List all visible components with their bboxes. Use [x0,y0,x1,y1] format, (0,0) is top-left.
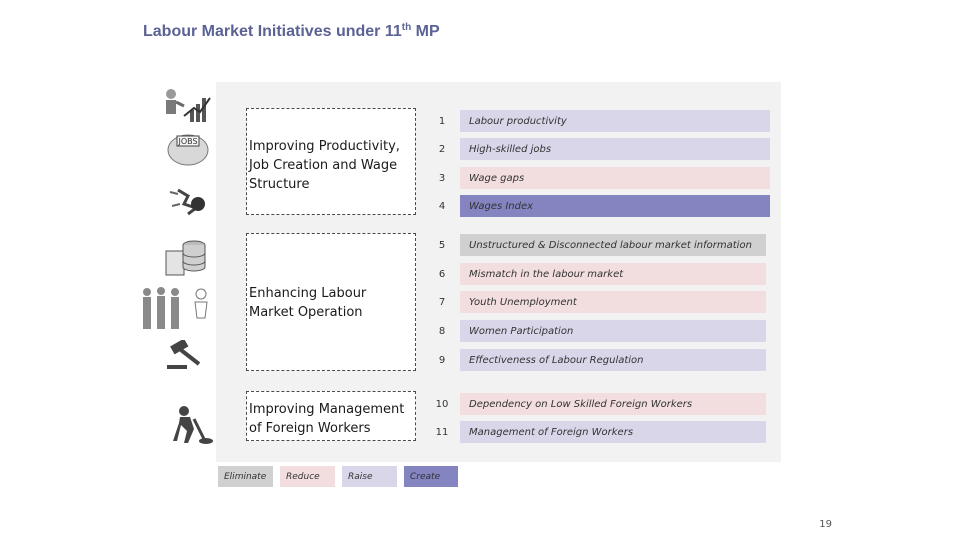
item-label: Unstructured & Disconnected labour marke… [460,234,766,256]
legend-eliminate: Eliminate [218,466,273,487]
item-label: Wage gaps [460,167,770,189]
item-number: 3 [438,172,446,184]
group-productivity: Improving Productivity, Job Creation and… [246,108,416,215]
item-number: 5 [438,239,446,251]
group-foreign-workers: Improving Management of Foreign Workers [246,391,416,441]
gavel-icon [167,340,201,369]
legend-create: Create [404,466,458,487]
item-label: Labour productivity [460,110,770,132]
item-number: 11 [435,426,449,438]
item-number: 4 [438,200,446,212]
page-title: Labour Market Initiatives under 11th MP [143,22,440,40]
broken-wall-icon [169,188,205,216]
group-productivity-line3: Structure [249,177,310,192]
item-label: Wages Index [460,195,770,217]
group-labour-market: Enhancing Labour Market Operation [246,233,416,371]
item-label: Mismatch in the labour market [460,263,766,285]
item-label: Women Participation [460,320,766,342]
item-number: 1 [438,115,446,127]
page-number: 19 [819,519,832,530]
item-number: 8 [438,325,446,337]
item-label: Youth Unemployment [460,291,766,313]
item-number: 6 [438,268,446,280]
group-foreign-workers-line1: Improving Management [249,402,405,417]
item-number: 7 [438,296,446,308]
legend-reduce: Reduce [280,466,335,487]
item-number: 2 [438,143,446,155]
item-label: High-skilled jobs [460,138,770,160]
legend-raise: Raise [342,466,397,487]
svg-text:JOBS: JOBS [177,137,197,146]
item-number: 9 [438,354,446,366]
database-clipboard-icon [165,240,206,276]
worker-digging-icon [173,406,213,444]
group-productivity-line1: Improving Productivity, [249,139,400,154]
jobs-globe-icon: JOBS [167,134,209,166]
item-label: Management of Foreign Workers [460,421,766,443]
group-productivity-line2: Job Creation and Wage [249,158,398,173]
people-group-icon [143,287,208,329]
group-labour-market-line2: Market Operation [249,305,363,320]
item-label: Effectiveness of Labour Regulation [460,349,766,371]
businessman-growth-chart-icon [166,89,211,122]
group-labour-market-line1: Enhancing Labour [249,286,367,301]
item-number: 10 [435,398,449,410]
item-label: Dependency on Low Skilled Foreign Worker… [460,393,766,415]
group-foreign-workers-line2: of Foreign Workers [249,421,371,436]
